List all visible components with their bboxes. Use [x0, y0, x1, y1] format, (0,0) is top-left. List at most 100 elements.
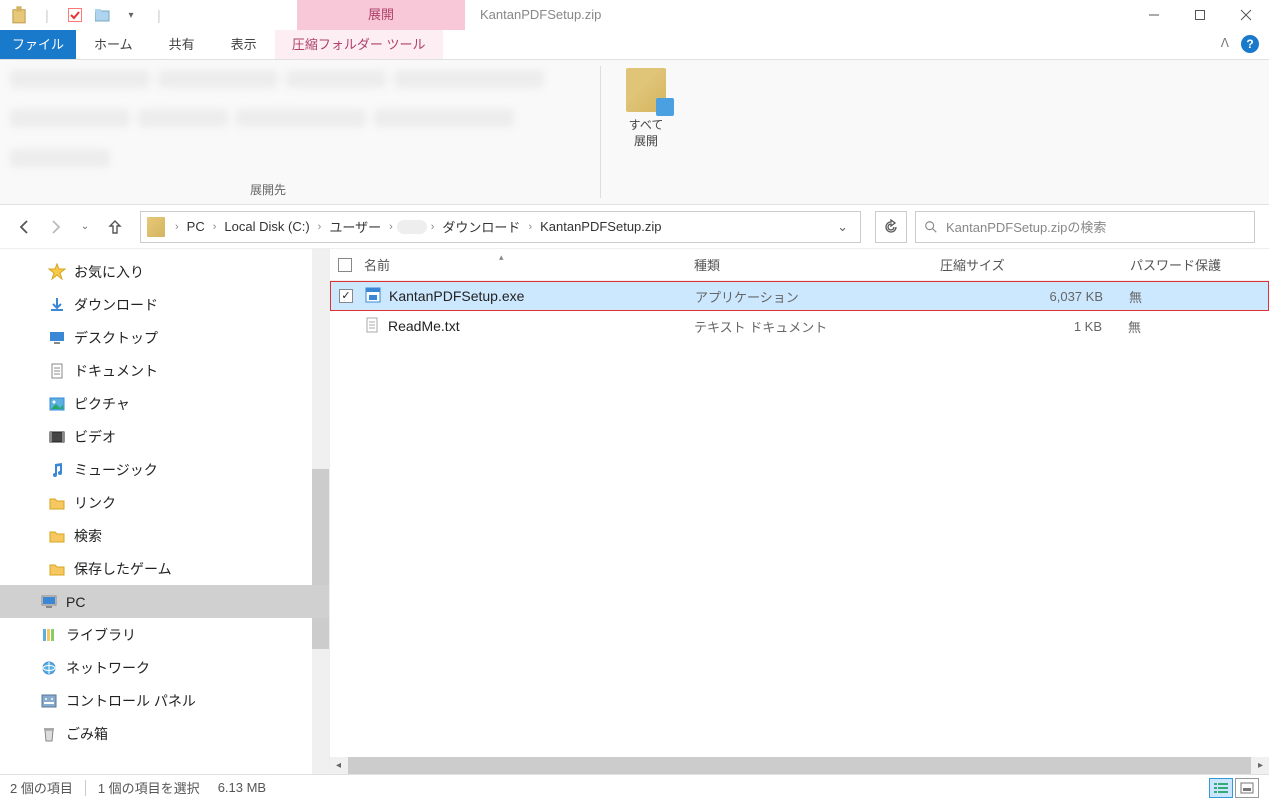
nav-item-star[interactable]: お気に入り [0, 255, 329, 288]
title-bar: | ▾ | 展開 KantanPDFSetup.zip [0, 0, 1269, 30]
qat-newfolder-icon[interactable] [92, 4, 114, 26]
tab-compressed-folder-tools[interactable]: 圧縮フォルダー ツール [275, 30, 443, 59]
nav-item-control-panel[interactable]: コントロール パネル [0, 684, 329, 717]
nav-item-label: ドキュメント [74, 361, 158, 381]
ribbon-blurred-area [0, 60, 600, 190]
nav-item-download[interactable]: ダウンロード [0, 288, 329, 321]
file-size: 1 KB [940, 319, 1128, 334]
address-icon [147, 217, 165, 237]
nav-item-label: お気に入り [74, 262, 144, 282]
nav-item-label: デスクトップ [74, 328, 158, 348]
txt-icon [364, 317, 384, 336]
address-bar[interactable]: › PC › Local Disk (C:) › ユーザー › › ダウンロード… [140, 211, 861, 243]
nav-item-label: ピクチャ [74, 394, 130, 414]
details-view-button[interactable] [1209, 778, 1233, 798]
scroll-left-icon[interactable]: ◂ [330, 757, 347, 774]
file-row[interactable]: ReadMe.txtテキスト ドキュメント1 KB無 [330, 311, 1269, 341]
breadcrumb-sep[interactable]: › [173, 221, 181, 233]
nav-item-label: ごみ箱 [66, 724, 108, 744]
row-checkbox[interactable] [339, 289, 365, 303]
search-box[interactable]: KantanPDFSetup.zipの検索 [915, 211, 1255, 243]
main-area: お気に入りダウンロードデスクトップドキュメントピクチャビデオミュージックリンク検… [0, 249, 1269, 774]
document-icon [48, 362, 66, 380]
qat-properties-icon[interactable] [64, 4, 86, 26]
picture-icon [48, 395, 66, 413]
folder-icon [48, 494, 66, 512]
file-tab[interactable]: ファイル [0, 30, 76, 59]
breadcrumb-sep[interactable]: › [429, 221, 437, 233]
horizontal-scrollbar[interactable]: ◂ ▸ [330, 757, 1269, 774]
column-type[interactable]: 種類 [694, 255, 940, 274]
scroll-thumb[interactable] [348, 757, 1251, 774]
qat-dropdown-icon[interactable]: ▾ [120, 4, 142, 26]
address-dropdown-icon[interactable]: ⌄ [831, 219, 854, 235]
breadcrumb-archive[interactable]: KantanPDFSetup.zip [536, 219, 665, 234]
up-button[interactable] [104, 216, 126, 238]
qat-separator: | [36, 4, 58, 26]
breadcrumb-sep[interactable]: › [526, 221, 534, 233]
qat-separator: | [148, 4, 170, 26]
status-bar: 2 個の項目 1 個の項目を選択 6.13 MB [0, 774, 1269, 800]
quick-access-toolbar: | ▾ | [0, 0, 170, 30]
navigation-bar: ⌄ › PC › Local Disk (C:) › ユーザー › › ダウンロ… [0, 205, 1269, 249]
nav-item-libraries[interactable]: ライブラリ [0, 618, 329, 651]
nav-item-folder[interactable]: リンク [0, 486, 329, 519]
star-icon [48, 263, 66, 281]
file-row[interactable]: KantanPDFSetup.exeアプリケーション6,037 KB無 [330, 281, 1269, 311]
breadcrumb-sep[interactable]: › [387, 221, 395, 233]
nav-item-document[interactable]: ドキュメント [0, 354, 329, 387]
close-button[interactable] [1223, 0, 1269, 30]
column-size[interactable]: 圧縮サイズ [940, 255, 1130, 274]
file-password: 無 [1129, 287, 1142, 306]
sort-indicator-icon: ▴ [499, 252, 504, 263]
file-type: テキスト ドキュメント [694, 317, 940, 336]
nav-item-desktop[interactable]: デスクトップ [0, 321, 329, 354]
maximize-button[interactable] [1177, 0, 1223, 30]
breadcrumb-users[interactable]: ユーザー [325, 217, 385, 236]
nav-item-search-folder[interactable]: 検索 [0, 519, 329, 552]
breadcrumb-downloads[interactable]: ダウンロード [438, 217, 524, 236]
nav-item-network[interactable]: ネットワーク [0, 651, 329, 684]
nav-item-label: コントロール パネル [66, 691, 196, 711]
help-icon[interactable]: ? [1241, 35, 1259, 53]
extract-all-button[interactable]: すべて 展開 [601, 60, 691, 204]
tab-view[interactable]: 表示 [213, 30, 275, 59]
back-button[interactable] [14, 216, 36, 238]
file-name: ReadMe.txt [388, 318, 694, 334]
nav-item-recycle-bin[interactable]: ごみ箱 [0, 717, 329, 750]
window-controls [1131, 0, 1269, 30]
column-name[interactable]: 名前 ▴ [364, 255, 694, 274]
tab-home[interactable]: ホーム [76, 30, 151, 59]
refresh-button[interactable] [875, 211, 907, 243]
content-pane: 名前 ▴ 種類 圧縮サイズ パスワード保護 KantanPDFSetup.exe… [330, 249, 1269, 774]
breadcrumb-drive[interactable]: Local Disk (C:) [220, 219, 313, 234]
search-placeholder: KantanPDFSetup.zipの検索 [946, 217, 1106, 236]
control-panel-icon [40, 692, 58, 710]
scroll-right-icon[interactable]: ▸ [1252, 757, 1269, 774]
file-list[interactable]: KantanPDFSetup.exeアプリケーション6,037 KB無ReadM… [330, 281, 1269, 757]
nav-item-label: ミュージック [74, 460, 158, 480]
breadcrumb-pc[interactable]: PC [183, 219, 209, 234]
nav-item-picture[interactable]: ピクチャ [0, 387, 329, 420]
nav-item-pc[interactable]: PC [0, 585, 329, 618]
nav-item-music[interactable]: ミュージック [0, 453, 329, 486]
column-password[interactable]: パスワード保護 [1130, 255, 1269, 274]
breadcrumb-username[interactable] [397, 220, 427, 234]
nav-item-label: ライブラリ [66, 625, 136, 645]
ribbon-collapse-icon[interactable]: ᐱ [1221, 36, 1229, 50]
nav-item-folder[interactable]: 保存したゲーム [0, 552, 329, 585]
recent-locations-button[interactable]: ⌄ [74, 216, 96, 238]
nav-item-label: 検索 [74, 526, 102, 546]
nav-item-video[interactable]: ビデオ [0, 420, 329, 453]
large-icons-view-button[interactable] [1235, 778, 1259, 798]
forward-button[interactable] [44, 216, 66, 238]
navigation-pane[interactable]: お気に入りダウンロードデスクトップドキュメントピクチャビデオミュージックリンク検… [0, 249, 330, 774]
header-checkbox[interactable] [338, 258, 364, 272]
minimize-button[interactable] [1131, 0, 1177, 30]
folder-icon [48, 560, 66, 578]
network-icon [40, 659, 58, 677]
file-size: 6,037 KB [941, 289, 1129, 304]
tab-share[interactable]: 共有 [151, 30, 213, 59]
breadcrumb-sep[interactable]: › [316, 221, 324, 233]
breadcrumb-sep[interactable]: › [211, 221, 219, 233]
